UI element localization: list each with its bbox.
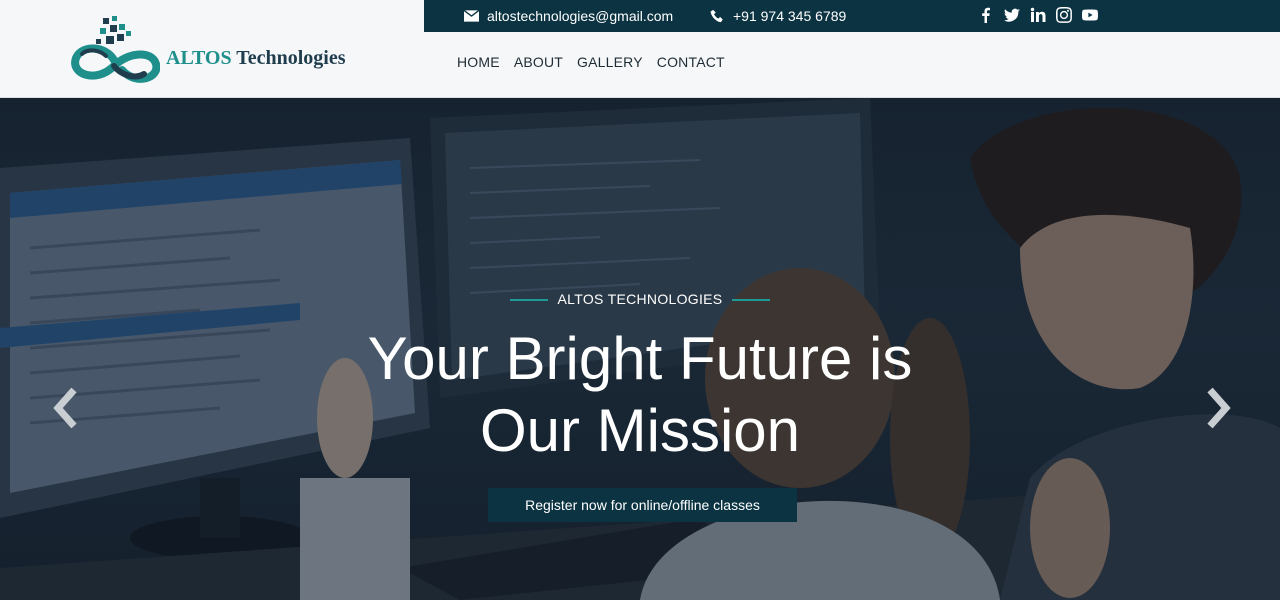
nav-about[interactable]: ABOUT	[514, 54, 563, 70]
prev-slide-button[interactable]	[50, 386, 80, 430]
social-links	[978, 7, 1098, 23]
youtube-icon[interactable]	[1082, 7, 1098, 23]
phone-contact[interactable]: +91 974 345 6789	[710, 8, 846, 24]
instagram-icon[interactable]	[1056, 7, 1072, 23]
chevron-right-icon	[1207, 387, 1231, 429]
hero-eyebrow-text: ALTOS TECHNOLOGIES	[557, 291, 723, 307]
next-slide-button[interactable]	[1204, 386, 1234, 430]
hero-eyebrow: ALTOS TECHNOLOGIES	[0, 291, 1280, 307]
email-text: altostechnologies@gmail.com	[487, 8, 674, 24]
nav-contact[interactable]: CONTACT	[657, 54, 725, 70]
envelope-icon	[464, 9, 479, 22]
facebook-icon[interactable]	[978, 7, 994, 23]
hero-headline-line2: Our Mission	[479, 397, 801, 464]
phone-text: +91 974 345 6789	[733, 8, 847, 24]
main-nav: HOME ABOUT GALLERY CONTACT	[457, 54, 725, 70]
linkedin-icon[interactable]	[1030, 7, 1046, 23]
hero-headline-line1: Your Bright Future is	[367, 325, 913, 392]
logo-wordmark: ALTOS Technologies	[166, 47, 346, 70]
nav-gallery[interactable]: GALLERY	[577, 54, 643, 70]
hero-slider: ALTOS TECHNOLOGIES Your Bright Future is…	[0, 98, 1280, 600]
logo-brand: ALTOS	[166, 47, 232, 69]
site-header: ALTOS Technologies altostechnologies@gma…	[0, 0, 1280, 98]
contact-topbar: altostechnologies@gmail.com +91 974 345 …	[424, 0, 1280, 32]
chevron-left-icon	[53, 387, 77, 429]
site-logo[interactable]: ALTOS Technologies	[70, 14, 360, 86]
register-button[interactable]: Register now for online/offline classes	[488, 488, 797, 522]
hero-headline: Your Bright Future is Our Mission	[0, 323, 1280, 467]
phone-icon	[710, 9, 723, 23]
nav-home[interactable]: HOME	[457, 54, 500, 70]
infinity-logo-icon	[71, 16, 161, 83]
twitter-icon[interactable]	[1004, 7, 1020, 23]
email-contact[interactable]: altostechnologies@gmail.com	[464, 8, 673, 24]
logo-rest: Technologies	[236, 47, 346, 69]
eyebrow-line-left	[509, 299, 548, 302]
eyebrow-line-right	[732, 299, 771, 302]
